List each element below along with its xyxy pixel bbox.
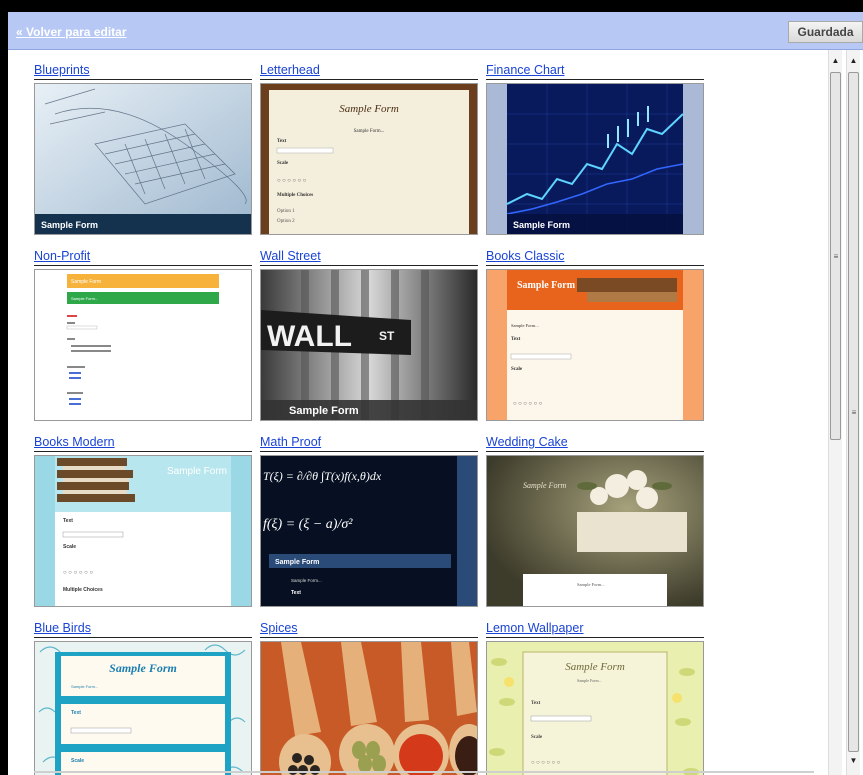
thumb-form-title: Sample Form xyxy=(275,559,319,566)
wall-sign-text: WALL xyxy=(267,320,352,353)
theme-wall-street[interactable]: Wall Street WALL ST Sample Form xyxy=(260,249,478,421)
page-scroll-up-arrow-icon[interactable]: ▲ xyxy=(847,54,860,67)
thumbnail-letterhead[interactable]: Sample Form Sample Form... Text Scale ○ … xyxy=(260,83,478,235)
thumbnail-lemon-wallpaper[interactable]: Sample Form Sample Form... Text Scale ○ … xyxy=(486,641,704,775)
theme-blue-birds[interactable]: Blue Birds Sample Form Sample Form... Te… xyxy=(34,621,252,775)
thumb-scale-label: Scale xyxy=(71,758,84,764)
thumbnail-spices[interactable] xyxy=(260,641,478,775)
theme-title-spices[interactable]: Spices xyxy=(260,621,478,638)
thumb-text-label: Text xyxy=(291,590,301,596)
page-scroll-down-arrow-icon[interactable]: ▼ xyxy=(847,754,860,767)
theme-non-profit[interactable]: Non-Profit Sample Form Sample Form... xyxy=(34,249,252,421)
thumb-form-desc: Sample Form... xyxy=(71,296,98,301)
theme-books-modern[interactable]: Books Modern Sample Form Text Scale ○ ○ … xyxy=(34,435,252,607)
thumb-option-2: Option 2 xyxy=(277,219,295,224)
theme-spices[interactable]: Spices xyxy=(260,621,478,775)
thumb-form-title: Sample Form xyxy=(523,481,567,490)
thumb-text-label: Text xyxy=(531,701,541,706)
thumbnail-wedding-cake[interactable]: Sample Form Sample Form... xyxy=(486,455,704,607)
thumb-form-title: Sample Form xyxy=(339,103,399,115)
thumbnail-blue-birds[interactable]: Sample Form Sample Form... Text Scale xyxy=(34,641,252,775)
math-formula-1: T(ξ) = ∂/∂θ ∫T(x)f(x,θ)dx xyxy=(263,469,382,483)
theme-title-non-profit[interactable]: Non-Profit xyxy=(34,249,252,266)
thumb-scale-label: Scale xyxy=(63,544,76,550)
thumb-option-1: Option 1 xyxy=(277,209,295,214)
page-scroll-thumb[interactable]: ≡ xyxy=(848,72,859,752)
theme-books-classic[interactable]: Books Classic Sample Form Sample Form...… xyxy=(486,249,704,421)
gallery-bottom-edge xyxy=(34,771,814,773)
theme-title-blueprints[interactable]: Blueprints xyxy=(34,63,252,80)
thumb-form-title: Sample Form xyxy=(513,220,570,230)
thumbnail-math-proof[interactable]: T(ξ) = ∂/∂θ ∫T(x)f(x,θ)dx f(ξ) = (ξ − a)… xyxy=(260,455,478,607)
theme-title-math-proof[interactable]: Math Proof xyxy=(260,435,478,452)
thumb-scale-label: Scale xyxy=(277,161,289,166)
thumb-form-title: Sample Form xyxy=(289,405,359,417)
thumb-form-title: Sample Form xyxy=(109,661,177,675)
thumb-scale-circles: ○ ○ ○ ○ ○ ○ xyxy=(277,178,307,184)
top-bar: « Volver para editar Guardada xyxy=(8,12,863,50)
thumbnail-wall-street[interactable]: WALL ST Sample Form xyxy=(260,269,478,421)
theme-title-books-modern[interactable]: Books Modern xyxy=(34,435,252,452)
scroll-up-arrow-icon[interactable]: ▲ xyxy=(829,54,842,67)
thumb-scale-circles: ○ ○ ○ ○ ○ ○ xyxy=(513,401,543,407)
theme-title-finance-chart[interactable]: Finance Chart xyxy=(486,63,704,80)
gallery-scrollbar[interactable]: ▲ ≡ xyxy=(828,50,842,775)
thumb-form-desc: Sample Form... xyxy=(71,684,98,689)
theme-lemon-wallpaper[interactable]: Lemon Wallpaper Sample Form Sample Form.… xyxy=(486,621,704,775)
thumb-form-title: Sample Form xyxy=(71,279,101,285)
thumb-scale-label: Scale xyxy=(511,367,523,372)
thumbnail-finance-chart[interactable]: Sample Form xyxy=(486,83,704,235)
gallery-scroll-thumb[interactable]: ≡ xyxy=(830,72,841,440)
theme-title-wall-street[interactable]: Wall Street xyxy=(260,249,478,266)
theme-title-books-classic[interactable]: Books Classic xyxy=(486,249,704,266)
page-grip-icon: ≡ xyxy=(851,408,857,417)
theme-letterhead[interactable]: Letterhead Sample Form Sample Form... Te… xyxy=(260,63,478,235)
thumb-mc-label: Multiple Choices xyxy=(277,193,313,198)
theme-title-wedding-cake[interactable]: Wedding Cake xyxy=(486,435,704,452)
thumbnail-blueprints[interactable]: Sample Form xyxy=(34,83,252,235)
thumb-form-desc: Sample Form... xyxy=(577,582,605,587)
page-scrollbar[interactable]: ▲ ≡ ▼ xyxy=(846,50,860,775)
thumb-scale-circles: ○ ○ ○ ○ ○ ○ xyxy=(63,570,93,576)
thumb-scale-label: Scale xyxy=(531,735,543,740)
thumb-text-label: Text xyxy=(63,518,73,524)
wall-sign-st: ST xyxy=(379,329,395,343)
thumbnail-books-classic[interactable]: Sample Form Sample Form... Text Scale ○ … xyxy=(486,269,704,421)
thumb-text-label: Text xyxy=(71,710,81,716)
theme-wedding-cake[interactable]: Wedding Cake Sample Form Sample Form... xyxy=(486,435,704,607)
theme-title-letterhead[interactable]: Letterhead xyxy=(260,63,478,80)
thumb-text-label: Text xyxy=(277,139,287,144)
theme-finance-chart[interactable]: Finance Chart Sample Form xyxy=(486,63,704,235)
thumbnail-books-modern[interactable]: Sample Form Text Scale ○ ○ ○ ○ ○ ○ Multi… xyxy=(34,455,252,607)
theme-gallery: Blueprints Sample Form Letterhead Sample… xyxy=(8,50,828,775)
thumb-form-desc: Sample Form... xyxy=(511,323,539,328)
math-formula-2: f(ξ) = (ξ − a)/σ² xyxy=(263,517,353,532)
theme-title-blue-birds[interactable]: Blue Birds xyxy=(34,621,252,638)
thumb-form-desc: Sample Form... xyxy=(577,678,602,683)
theme-blueprints[interactable]: Blueprints Sample Form xyxy=(34,63,252,235)
theme-title-lemon-wallpaper[interactable]: Lemon Wallpaper xyxy=(486,621,704,638)
thumb-mc-label: Multiple Choices xyxy=(63,587,103,593)
theme-picker-window: « Volver para editar Guardada Blueprints xyxy=(8,12,863,775)
thumb-text-label: Text xyxy=(511,337,521,342)
thumb-form-desc: Sample Form... xyxy=(354,129,385,134)
theme-math-proof[interactable]: Math Proof T(ξ) = ∂/∂θ ∫T(x)f(x,θ)dx f(ξ… xyxy=(260,435,478,607)
grip-icon: ≡ xyxy=(833,252,839,261)
thumb-form-title: Sample Form xyxy=(565,661,625,673)
thumb-scale-circles: ○ ○ ○ ○ ○ ○ xyxy=(531,760,561,766)
back-to-edit-link[interactable]: « Volver para editar xyxy=(16,25,127,39)
thumbnail-non-profit[interactable]: Sample Form Sample Form... xyxy=(34,269,252,421)
saved-button[interactable]: Guardada xyxy=(788,21,863,43)
thumb-form-title: Sample Form xyxy=(167,466,227,477)
thumb-form-title: Sample Form xyxy=(517,280,576,291)
thumb-form-desc: Sample Form... xyxy=(291,578,322,583)
thumb-form-title: Sample Form xyxy=(41,220,98,230)
